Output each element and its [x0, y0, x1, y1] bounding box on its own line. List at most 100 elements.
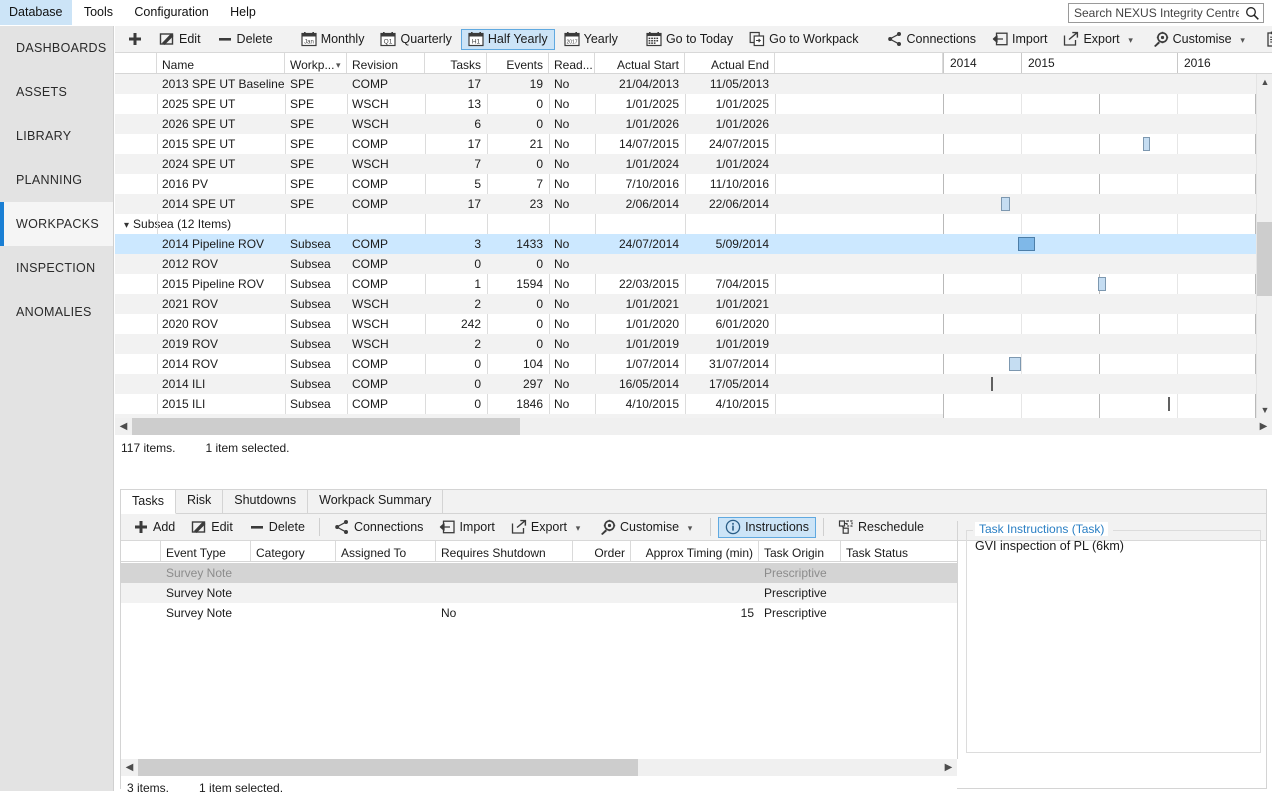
scroll-left-icon[interactable]: ◀ [121, 759, 138, 776]
gantt-row[interactable] [943, 114, 1272, 134]
customise-button[interactable]: Customise ▾ [1146, 29, 1256, 50]
scrollbar-thumb[interactable] [132, 418, 520, 435]
task-column-header-event-type[interactable]: Event Type [161, 541, 251, 561]
table-row[interactable]: 2024 SPE UT SPE WSCH 7 0 No 1/01/2024 1/… [115, 154, 943, 174]
tab-workpack-summary[interactable]: Workpack Summary [308, 489, 444, 513]
task-import-button[interactable]: Import [432, 517, 501, 538]
chevron-down-icon[interactable]: ▾ [1237, 35, 1249, 46]
sidebar-item-anomalies[interactable]: ANOMALIES [0, 290, 113, 334]
gantt-chart[interactable] [943, 74, 1272, 418]
scroll-up-icon[interactable]: ▲ [1257, 74, 1272, 90]
group-row-subsea[interactable]: ▾ Subsea (12 Items) [115, 214, 943, 234]
chevron-down-icon[interactable]: ▾ [684, 523, 696, 534]
import-button[interactable]: Import [985, 29, 1054, 50]
gantt-bar[interactable] [1168, 397, 1170, 411]
search-box[interactable] [1068, 3, 1264, 23]
scrollbar-track[interactable] [132, 418, 1255, 435]
scroll-down-icon[interactable]: ▼ [1257, 402, 1272, 418]
menu-item-tools[interactable]: Tools [75, 0, 122, 25]
chevron-down-icon[interactable]: ▾ [335, 60, 341, 71]
gantt-row[interactable] [943, 354, 1272, 374]
search-input[interactable] [1069, 5, 1241, 21]
menu-item-configuration[interactable]: Configuration [125, 0, 217, 25]
gantt-bar[interactable] [1098, 277, 1106, 291]
monthly-button[interactable]: Jan Monthly [294, 29, 372, 50]
task-column-header-category[interactable]: Category [251, 541, 336, 561]
instructions-button[interactable]: Instructions [718, 516, 816, 538]
table-row[interactable]: 2014 SPE UT SPE COMP 17 23 No 2/06/2014 … [115, 194, 943, 214]
gantt-row[interactable] [943, 94, 1272, 114]
task-grid-horizontal-scrollbar[interactable]: ◀ ▶ [121, 759, 957, 776]
gantt-bar[interactable] [1009, 357, 1021, 371]
table-row[interactable]: 2013 SPE UT Baseline SPE COMP 17 19 No 2… [115, 74, 943, 94]
table-row[interactable]: Survey Note Prescriptive [121, 583, 957, 603]
gantt-row[interactable] [943, 134, 1272, 154]
yearly-button[interactable]: 2017 Yearly [557, 29, 625, 50]
gantt-row[interactable] [943, 274, 1272, 294]
add-button[interactable] [120, 29, 150, 50]
gantt-bar[interactable] [991, 377, 993, 391]
chevron-down-icon[interactable]: ▾ [1125, 35, 1137, 46]
table-row[interactable]: 2026 SPE UT SPE WSCH 6 0 No 1/01/2026 1/… [115, 114, 943, 134]
column-header-actual-start[interactable]: Actual Start [595, 53, 685, 73]
task-column-header-task-origin[interactable]: Task Origin [759, 541, 841, 561]
sidebar-item-assets[interactable]: ASSETS [0, 70, 113, 114]
sidebar-item-workpacks[interactable]: WORKPACKS [0, 202, 113, 246]
task-column-header-assigned-to[interactable]: Assigned To [336, 541, 436, 561]
half-yearly-button[interactable]: H1 Half Yearly [460, 28, 555, 50]
chevron-down-icon[interactable]: ▾ [124, 220, 129, 231]
gantt-row[interactable] [943, 394, 1272, 414]
scrollbar-thumb[interactable] [1257, 222, 1272, 296]
column-header-workpack[interactable]: Workp... ▾ [285, 53, 347, 73]
gantt-bar[interactable] [1143, 137, 1150, 151]
column-header-revision[interactable]: Revision [347, 53, 425, 73]
export-button[interactable]: Export ▾ [1056, 29, 1143, 50]
gantt-row[interactable] [943, 154, 1272, 174]
table-row[interactable]: Survey Note No 15 Prescriptive [121, 603, 957, 623]
table-row[interactable]: 2019 ROV Subsea WSCH 2 0 No 1/01/2019 1/… [115, 334, 943, 354]
column-header-tasks[interactable]: Tasks [425, 53, 487, 73]
gantt-row[interactable] [943, 234, 1272, 254]
scrollbar-thumb[interactable] [138, 759, 638, 776]
column-header-events[interactable]: Events [487, 53, 549, 73]
table-row[interactable]: 2014 ROV Subsea COMP 0 104 No 1/07/2014 … [115, 354, 943, 374]
scroll-left-icon[interactable]: ◀ [115, 418, 132, 435]
grid-horizontal-scrollbar[interactable]: ◀ ▶ [115, 418, 1272, 435]
column-header-name[interactable]: Name [157, 53, 285, 73]
tab-tasks[interactable]: Tasks [121, 490, 176, 514]
table-row[interactable]: 2021 ROV Subsea WSCH 2 0 No 1/01/2021 1/… [115, 294, 943, 314]
task-delete-button[interactable]: Delete [242, 517, 312, 538]
tab-shutdowns[interactable]: Shutdowns [223, 489, 309, 513]
column-header-actual-end[interactable]: Actual End [685, 53, 775, 73]
sidebar-item-inspection[interactable]: INSPECTION [0, 246, 113, 290]
gantt-row[interactable] [943, 294, 1272, 314]
task-export-button[interactable]: Export ▾ [504, 517, 591, 538]
task-column-header-approx-timing[interactable]: Approx Timing (min) [631, 541, 759, 561]
go-to-today-button[interactable]: Go to Today [639, 29, 740, 50]
table-row[interactable]: 2012 ROV Subsea COMP 0 0 No [115, 254, 943, 274]
table-row[interactable]: 2020 ROV Subsea WSCH 242 0 No 1/01/2020 … [115, 314, 943, 334]
go-to-workpack-button[interactable]: Go to Workpack [742, 29, 865, 50]
task-customise-button[interactable]: Customise ▾ [593, 517, 703, 538]
gantt-row[interactable] [943, 374, 1272, 394]
sidebar-item-planning[interactable]: PLANNING [0, 158, 113, 202]
table-row[interactable]: Survey Note Prescriptive [121, 563, 957, 583]
task-add-button[interactable]: Add [126, 517, 182, 538]
menu-item-help[interactable]: Help [221, 0, 265, 25]
quarterly-button[interactable]: Q1 Quarterly [373, 29, 458, 50]
table-row[interactable]: 2015 SPE UT SPE COMP 17 21 No 14/07/2015… [115, 134, 943, 154]
gantt-row[interactable] [943, 334, 1272, 354]
reports-button[interactable]: Reports ▾ [1258, 29, 1272, 50]
gantt-row[interactable] [943, 194, 1272, 214]
table-row[interactable]: 2015 Pipeline ROV Subsea COMP 1 1594 No … [115, 274, 943, 294]
scroll-right-icon[interactable]: ▶ [940, 759, 957, 776]
gantt-row[interactable] [943, 254, 1272, 274]
table-row[interactable]: 2014 Pipeline ROV Subsea COMP 3 1433 No … [115, 234, 943, 254]
scroll-right-icon[interactable]: ▶ [1255, 418, 1272, 435]
task-column-header-task-status[interactable]: Task Status [841, 541, 933, 561]
task-edit-button[interactable]: Edit [184, 517, 240, 538]
search-icon[interactable] [1241, 4, 1263, 22]
gantt-row[interactable] [943, 314, 1272, 334]
gantt-row[interactable] [943, 174, 1272, 194]
sidebar-item-dashboards[interactable]: DASHBOARDS [0, 26, 113, 70]
